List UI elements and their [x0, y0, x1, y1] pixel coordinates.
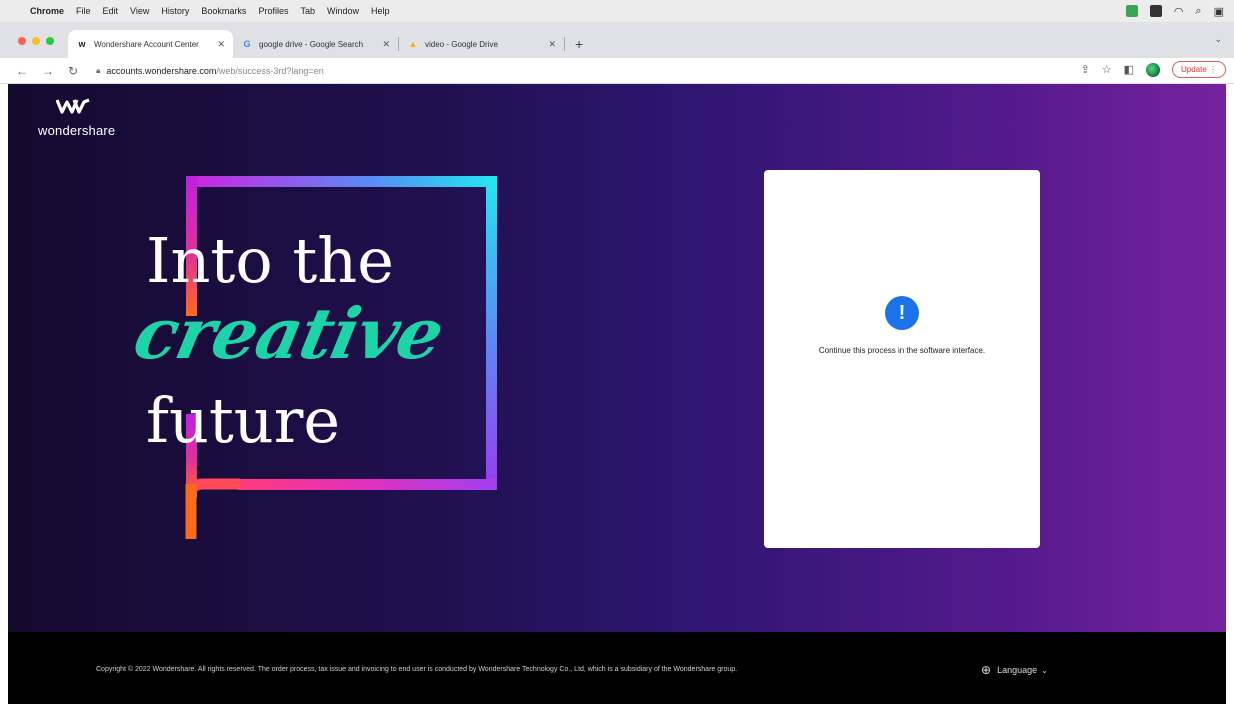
- menu-view[interactable]: View: [130, 6, 149, 16]
- menu-file[interactable]: File: [76, 6, 91, 16]
- tab-google-search[interactable]: G google drive - Google Search ✕: [233, 30, 398, 58]
- status-app-icon-dark[interactable]: [1149, 5, 1162, 17]
- tab-google-drive[interactable]: ▲ video - Google Drive ✕: [399, 30, 564, 58]
- menu-tab[interactable]: Tab: [300, 6, 315, 16]
- new-tab-button[interactable]: +: [565, 36, 593, 58]
- tab-title: google drive - Google Search: [259, 39, 364, 49]
- language-selector[interactable]: ⊕ Language ⌄: [981, 663, 1048, 677]
- hero-heading-line-2: creative: [127, 292, 451, 375]
- tab-title: Wondershare Account Center: [94, 39, 199, 49]
- profile-avatar[interactable]: [1145, 62, 1160, 77]
- hero-heading-line-3: future: [146, 384, 341, 457]
- hero-graphic: Into the creative future: [8, 84, 608, 632]
- status-message: Continue this process in the software in…: [818, 346, 986, 355]
- zoom-window-button[interactable]: [46, 37, 54, 45]
- reload-icon[interactable]: ↻: [68, 64, 78, 78]
- macos-menu-bar: Chrome File Edit View History Bookmarks …: [0, 0, 1234, 22]
- url-path: /web/success-3rd?lang=en: [216, 65, 324, 76]
- copyright-text: Copyright © 2022 Wondershare. All rights…: [96, 666, 738, 673]
- page-content: wondershare Into the creative future ! C…: [8, 84, 1226, 632]
- forward-arrow-icon[interactable]: →: [42, 64, 54, 78]
- menu-profiles[interactable]: Profiles: [258, 6, 288, 16]
- menu-bar-status-area: ◠ ⌕ ▣: [1125, 0, 1224, 22]
- url-host: accounts.wondershare.com: [106, 65, 217, 76]
- tab-title: video - Google Drive: [425, 39, 498, 49]
- status-app-icon[interactable]: [1125, 5, 1138, 17]
- toolbar-actions: ⇪ ☆ ◧ Update ⋮: [1080, 61, 1226, 78]
- share-icon[interactable]: ⇪: [1080, 63, 1089, 76]
- page-footer: Copyright © 2022 Wondershare. All rights…: [8, 632, 1226, 704]
- language-label: Language: [997, 665, 1038, 675]
- search-icon[interactable]: ⌕: [1195, 5, 1201, 18]
- lock-icon[interactable]: 🔒︎: [96, 66, 100, 76]
- window-controls: [0, 37, 68, 58]
- wifi-icon[interactable]: ◠: [1174, 5, 1184, 18]
- tab-wondershare-account-center[interactable]: w Wondershare Account Center ✕: [68, 30, 233, 58]
- menu-edit[interactable]: Edit: [103, 6, 119, 16]
- close-window-button[interactable]: [18, 37, 26, 45]
- google-drive-favicon-icon: ▲: [408, 39, 418, 49]
- info-alert-icon: !: [885, 296, 919, 330]
- close-tab-icon[interactable]: ✕: [382, 39, 390, 50]
- google-favicon-icon: G: [243, 39, 251, 49]
- menu-history[interactable]: History: [161, 6, 189, 16]
- menu-chrome[interactable]: Chrome: [30, 6, 64, 16]
- browser-tab-strip: w Wondershare Account Center ✕ G google …: [0, 22, 1234, 58]
- menu-help[interactable]: Help: [371, 6, 390, 16]
- close-tab-icon[interactable]: ✕: [217, 39, 225, 50]
- minimize-window-button[interactable]: [32, 37, 40, 45]
- tab-search-chevron-icon[interactable]: ⌄: [1214, 34, 1222, 45]
- hero-heading-line-1: Into the: [146, 224, 394, 297]
- back-arrow-icon[interactable]: ←: [16, 64, 28, 78]
- update-label: Update: [1180, 65, 1207, 74]
- side-panel-icon[interactable]: ◧: [1124, 63, 1134, 76]
- control-center-icon[interactable]: ▣: [1214, 5, 1224, 18]
- update-button[interactable]: Update ⋮: [1171, 61, 1226, 78]
- address-bar[interactable]: 🔒︎ accounts.wondershare.com/web/success-…: [96, 66, 324, 76]
- bookmark-star-icon[interactable]: ☆: [1102, 63, 1112, 76]
- menu-bookmarks[interactable]: Bookmarks: [201, 6, 246, 16]
- chevron-down-icon: ⌄: [1041, 665, 1048, 675]
- wondershare-favicon-icon: w: [78, 39, 86, 49]
- globe-icon: ⊕: [981, 663, 992, 677]
- close-tab-icon[interactable]: ✕: [548, 39, 556, 50]
- menu-window[interactable]: Window: [327, 6, 359, 16]
- browser-toolbar: ← → ↻ 🔒︎ accounts.wondershare.com/web/su…: [0, 58, 1234, 84]
- status-card: ! Continue this process in the software …: [764, 170, 1040, 548]
